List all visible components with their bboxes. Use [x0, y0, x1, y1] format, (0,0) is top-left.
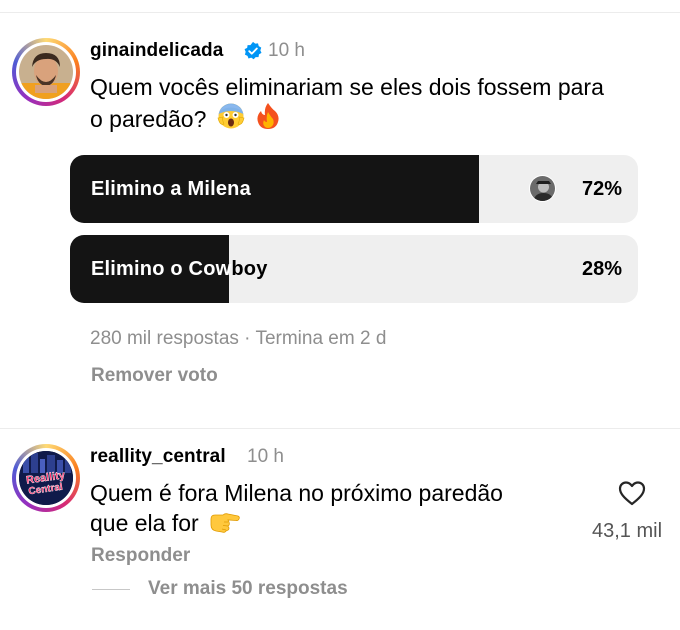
section-divider [0, 428, 680, 429]
poll-option-2-percent: 28% [581, 258, 622, 280]
comment-username[interactable]: reallity_central [90, 446, 226, 468]
comment-text: Quem é fora Milena no próximo paredão qu… [90, 478, 570, 541]
comment-avatar[interactable]: Reallity Central [12, 444, 80, 512]
comment-text-line-1: Quem é fora Milena no próximo paredão [90, 480, 503, 506]
poll-option-1[interactable]: Elimino a Milena 72% [70, 155, 638, 223]
post-avatar[interactable] [12, 38, 80, 106]
face-screaming-in-fear-icon [217, 102, 245, 137]
poll-option-2-label: Elimino o Cowboy [91, 258, 268, 280]
comment-time: 10 h [247, 446, 284, 467]
poll-question-line-1: Quem vocês eliminariam se eles dois foss… [90, 74, 604, 100]
poll-option-1-label: Elimino a Milena [91, 178, 251, 200]
poll-question: Quem vocês eliminariam se eles dois foss… [90, 72, 660, 137]
backhand-index-pointing-right-icon [209, 510, 241, 541]
reply-button[interactable]: Responder [91, 545, 190, 567]
post-time: 10 h [268, 40, 305, 61]
like-count: 43,1 mil [592, 520, 663, 542]
replies-line [92, 589, 130, 590]
remove-vote-button[interactable]: Remover voto [91, 365, 218, 387]
voter-avatar-icon [529, 175, 556, 202]
poll-stats: 280 mil respostas · Termina em 2 d [90, 328, 387, 349]
poll-question-line-2: o paredão? [90, 106, 207, 132]
post-username[interactable]: ginaindelicada [90, 40, 223, 62]
top-divider [0, 12, 680, 13]
verified-badge-icon [243, 41, 263, 61]
poll-option-1-percent: 72% [581, 178, 622, 200]
comment-text-line-2: que ela for [90, 510, 199, 536]
fire-icon [255, 102, 281, 137]
like-heart-icon[interactable] [618, 480, 646, 506]
poll-option-2[interactable]: Elimino o Cowboy 28% [70, 235, 638, 303]
view-more-replies-button[interactable]: Ver mais 50 respostas [148, 578, 348, 600]
